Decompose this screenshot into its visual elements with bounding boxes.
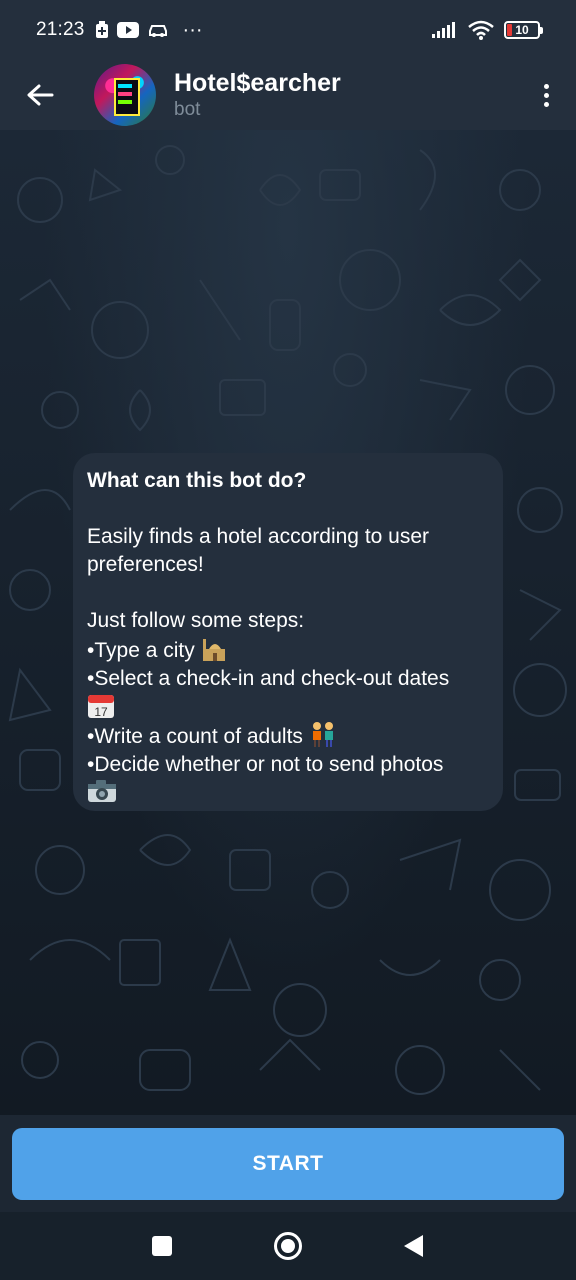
signal-icon	[432, 22, 455, 38]
camera-emoji-icon	[88, 780, 116, 802]
more-vertical-icon-dot	[543, 101, 549, 107]
back-button[interactable]	[0, 60, 80, 130]
battery-percent: 10	[515, 23, 529, 37]
step-city: •Type a city	[87, 639, 195, 662]
status-notification-icons: ···	[95, 19, 203, 42]
back-icon	[404, 1235, 423, 1257]
nav-back-button[interactable]	[384, 1216, 444, 1276]
recents-icon	[152, 1236, 172, 1256]
status-time: 21:23	[36, 19, 85, 40]
battery-level	[507, 24, 512, 36]
nav-home-button[interactable]	[258, 1216, 318, 1276]
chat-subtitle: bot	[174, 99, 201, 120]
battery-icon: 10	[504, 21, 543, 39]
start-bar: START	[0, 1115, 576, 1212]
start-button[interactable]: START	[12, 1127, 564, 1200]
chat-header: Hotel$earcher bot	[0, 60, 576, 130]
chat-title: Hotel$earcher	[174, 69, 341, 97]
more-notifications: ···	[182, 18, 203, 41]
bot-avatar[interactable]	[94, 64, 156, 126]
step-dates: •Select a check-in and check-out dates	[87, 667, 450, 690]
camera-emoji-row	[87, 779, 489, 807]
status-right: 10	[432, 20, 543, 40]
more-vertical-icon-dot	[543, 92, 549, 98]
status-bar: 21:23 ··· 10	[0, 0, 576, 60]
wifi-icon	[468, 20, 494, 40]
couple-emoji-icon	[312, 722, 333, 747]
mosque-emoji-icon	[202, 639, 225, 661]
chat-title-block[interactable]: Hotel$earcher bot	[174, 68, 341, 122]
system-navigation-bar	[0, 1212, 576, 1280]
arrow-left-icon	[27, 84, 54, 106]
more-options-button[interactable]	[516, 60, 576, 130]
calendar-emoji-icon: 17	[88, 695, 114, 719]
steps-heading: Just follow some steps:	[87, 609, 305, 632]
svg-text:17: 17	[94, 705, 108, 719]
more-vertical-icon	[543, 83, 549, 89]
youtube-icon	[116, 22, 139, 38]
bot-description-bubble: What can this bot do? Easily finds a hot…	[73, 453, 503, 811]
intro-line-1: Easily finds a hotel according to user	[87, 525, 430, 548]
battery-saver-icon	[95, 21, 108, 38]
step-adults-row: •Write a count of adults	[87, 721, 489, 751]
nav-recents-button[interactable]	[132, 1216, 192, 1276]
calendar-emoji-row: 17	[87, 693, 489, 721]
telegram-bot-chat-screen: 21:23 ··· 10 Hotel$earcher bot What can …	[0, 0, 576, 1280]
intro-line-2: preferences!	[87, 553, 204, 576]
step-adults: •Write a count of adults	[87, 725, 303, 748]
home-icon	[274, 1232, 302, 1260]
car-icon	[148, 25, 167, 37]
chat-area: What can this bot do? Easily finds a hot…	[0, 130, 576, 1115]
bot-description-title: What can this bot do?	[87, 469, 307, 492]
step-city-row: •Type a city	[87, 635, 489, 665]
step-photos: •Decide whether or not to send photos	[87, 753, 444, 776]
status-left: 21:23 ···	[36, 19, 203, 42]
